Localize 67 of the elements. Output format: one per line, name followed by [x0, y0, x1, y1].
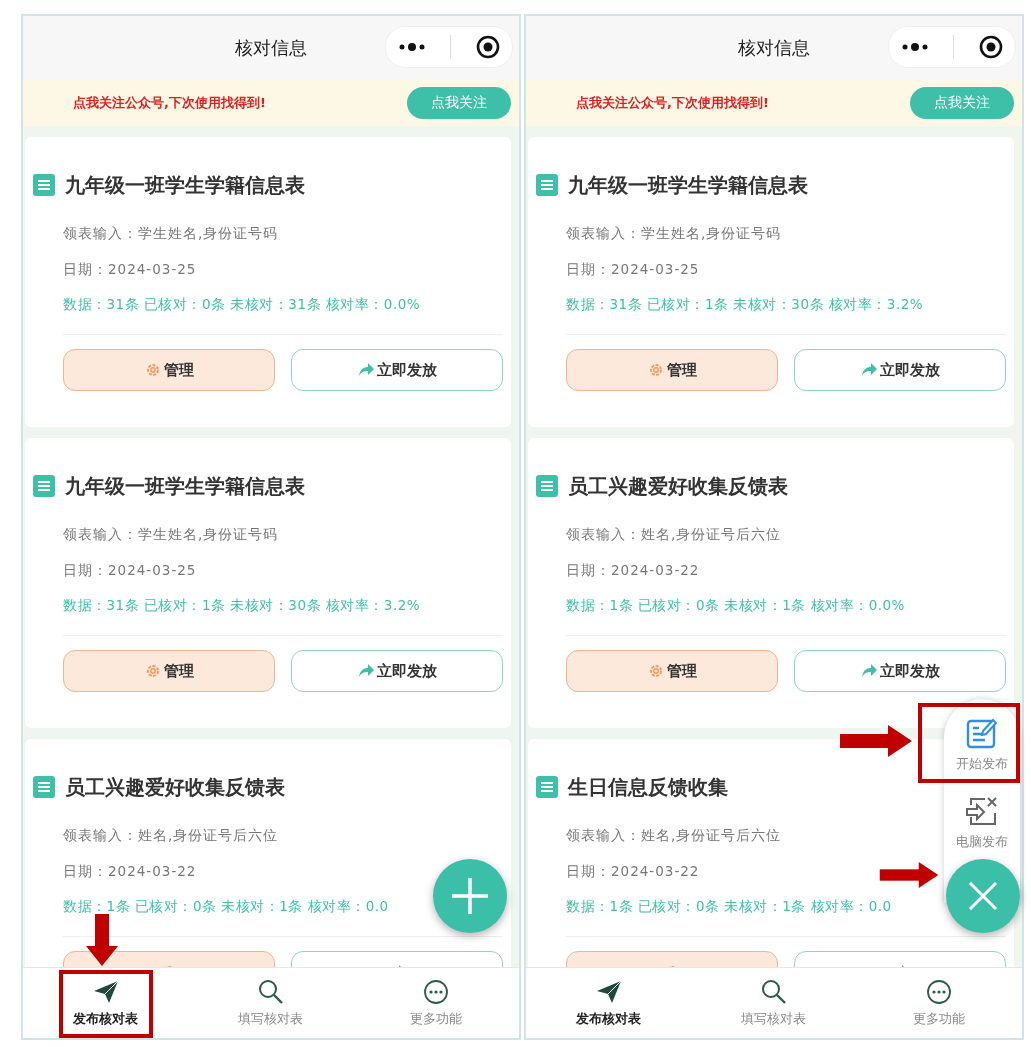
card-title: 员工兴趣爱好收集反馈表: [568, 472, 788, 500]
card-info-text: 日期：2024-03-25: [63, 562, 197, 580]
banner-text: 点我关注公众号,下次使用找得到!: [73, 94, 266, 112]
card-info-text: 日期：2024-03-25: [566, 261, 700, 279]
card-title: 九年级一班学生学籍信息表: [568, 171, 808, 199]
more-icon[interactable]: [398, 41, 427, 53]
banner-text: 点我关注公众号,下次使用找得到!: [576, 94, 769, 112]
card-info-text: 领表输入：学生姓名,身份证号码: [566, 225, 782, 243]
menu-item[interactable]: 电脑发布: [944, 795, 1020, 851]
card-info-text: 日期：2024-03-22: [566, 863, 700, 881]
menu-item[interactable]: 开始发布: [918, 703, 1020, 783]
page-title: 核对信息: [738, 36, 810, 60]
gear-icon: [144, 662, 162, 680]
plus-icon: [450, 876, 490, 916]
card-title: 员工兴趣爱好收集反馈表: [65, 773, 285, 801]
tab-item[interactable]: 更多功能: [856, 968, 1022, 1038]
manage-button[interactable]: 管理: [566, 650, 778, 692]
gear-icon: [647, 361, 665, 379]
list-document-icon: [33, 776, 55, 798]
list-document-icon: [536, 475, 558, 497]
pointer-arrow: [86, 914, 118, 966]
edit-document-icon: [965, 717, 999, 751]
distribute-button[interactable]: 立即发放: [794, 650, 1006, 692]
card-info-text: 领表输入：姓名,身份证号后六位: [566, 827, 782, 845]
stats-text: 数据：31条 已核对：1条 未核对：30条 核对率：3.2%: [63, 597, 421, 615]
card-title: 九年级一班学生学籍信息表: [65, 472, 305, 500]
more-icon[interactable]: [901, 41, 930, 53]
page-title: 核对信息: [235, 36, 307, 60]
card-title: 生日信息反馈收集: [568, 773, 728, 801]
card-info-text: 领表输入：学生姓名,身份证号码: [63, 526, 279, 544]
stats-text: 数据：31条 已核对：0条 未核对：31条 核对率：0.0%: [63, 296, 421, 314]
card-title: 九年级一班学生学籍信息表: [65, 171, 305, 199]
stats-text: 数据：1条 已核对：0条 未核对：1条 核对率：0.0: [566, 898, 892, 916]
search-icon: [257, 978, 285, 1006]
list-document-icon: [536, 174, 558, 196]
distribute-button[interactable]: 立即发放: [291, 650, 503, 692]
card-info-text: 日期：2024-03-22: [566, 562, 700, 580]
manage-button[interactable]: 管理: [63, 349, 275, 391]
card-info-text: 日期：2024-03-22: [63, 863, 197, 881]
tab-item[interactable]: 更多功能: [353, 968, 519, 1038]
tab-item[interactable]: 发布核对表: [526, 968, 692, 1038]
card-info-text: 日期：2024-03-25: [63, 261, 197, 279]
tab-item[interactable]: 发布核对表: [23, 968, 189, 1038]
search-icon: [760, 978, 788, 1006]
card-info-text: 领表输入：姓名,身份证号后六位: [566, 526, 782, 544]
stats-text: 数据：31条 已核对：1条 未核对：30条 核对率：3.2%: [566, 296, 924, 314]
manage-button[interactable]: 管理: [63, 650, 275, 692]
tab-item[interactable]: 填写核对表: [188, 968, 354, 1038]
stats-text: 数据：1条 已核对：0条 未核对：1条 核对率：0.0%: [566, 597, 905, 615]
list-document-icon: [33, 174, 55, 196]
tab-item[interactable]: 填写核对表: [691, 968, 857, 1038]
more-icon: [422, 978, 451, 1006]
more-icon: [925, 978, 954, 1006]
pointer-arrow: [840, 725, 912, 757]
list-document-icon: [33, 475, 55, 497]
close-target-icon[interactable]: [475, 35, 500, 59]
list-document-icon: [536, 776, 558, 798]
gear-icon: [647, 662, 665, 680]
gear-icon: [144, 361, 162, 379]
distribute-button[interactable]: 立即发放: [794, 349, 1006, 391]
card-info-text: 领表输入：姓名,身份证号后六位: [63, 827, 279, 845]
card-info-text: 领表输入：学生姓名,身份证号码: [63, 225, 279, 243]
close-target-icon[interactable]: [978, 35, 1003, 59]
close-icon: [966, 879, 1000, 913]
distribute-button[interactable]: 立即发放: [291, 349, 503, 391]
stats-text: 数据：1条 已核对：0条 未核对：1条 核对率：0.0: [63, 898, 389, 916]
manage-button[interactable]: 管理: [566, 349, 778, 391]
